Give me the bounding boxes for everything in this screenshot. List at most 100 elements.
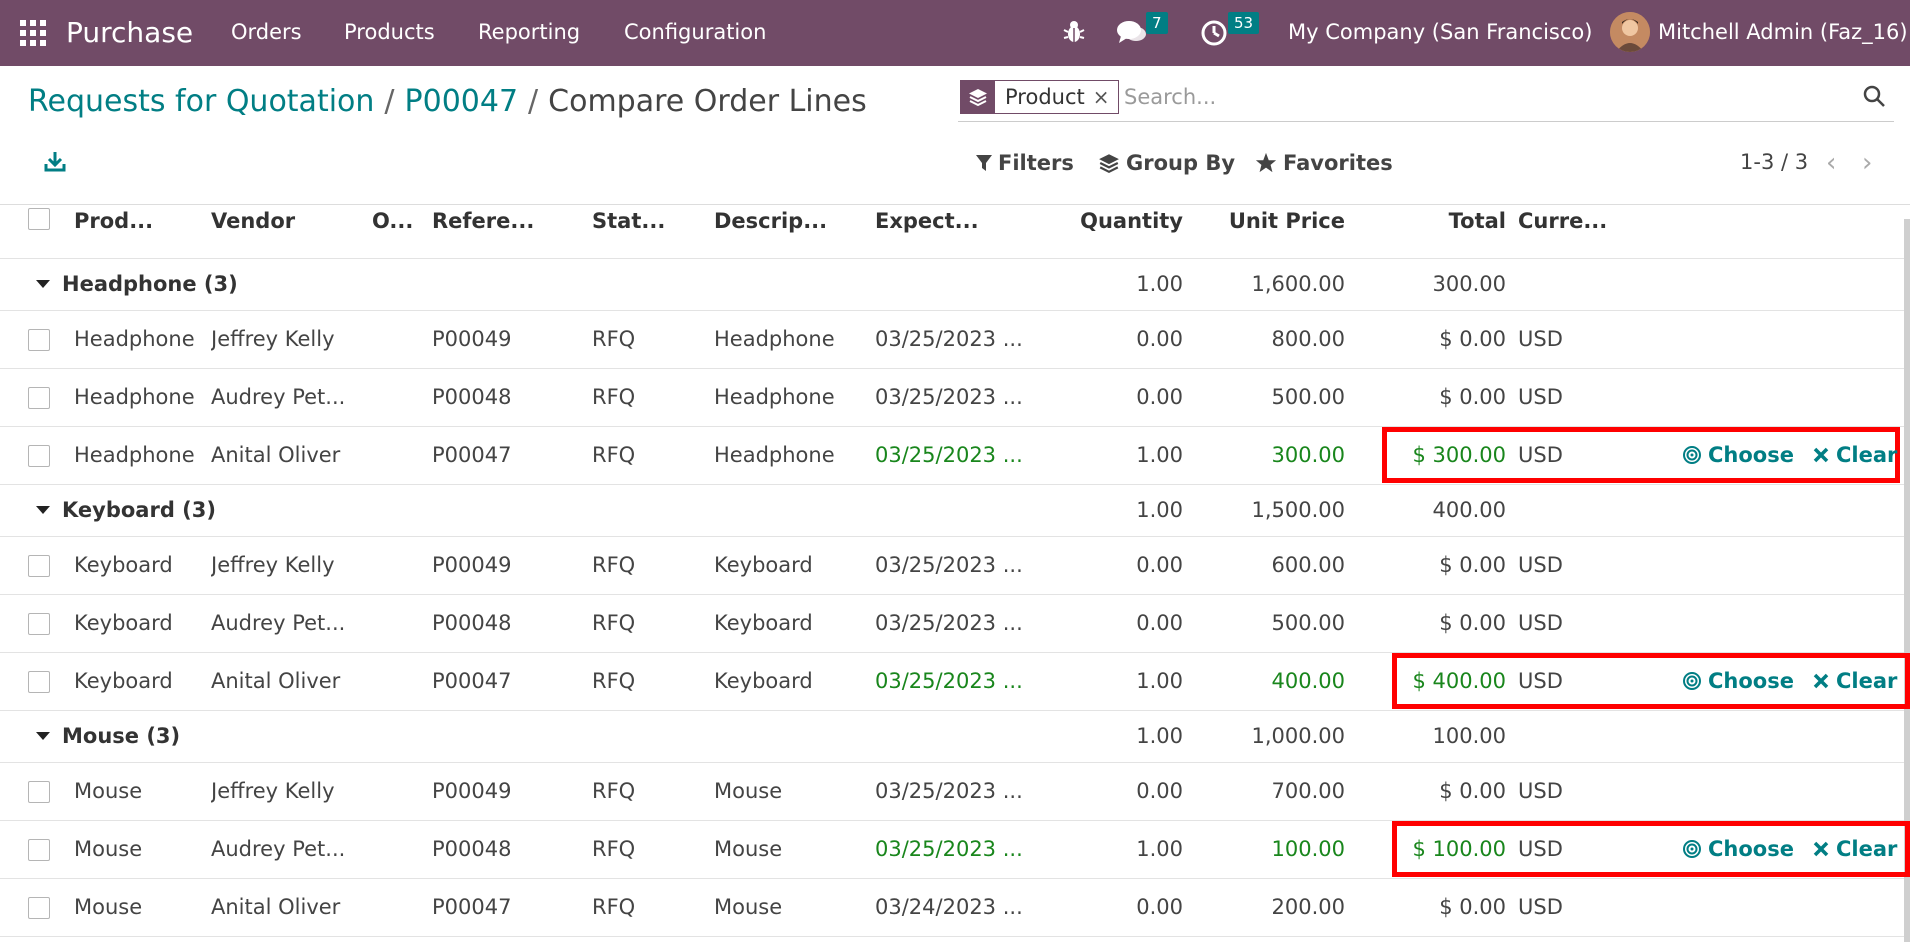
cell-quantity: 0.00 (1136, 611, 1183, 635)
select-all-checkbox[interactable] (28, 208, 50, 230)
column-total[interactable]: Total (1360, 209, 1506, 233)
group-row[interactable]: Keyboard (3) 1.00 1,500.00 400.00 (0, 485, 1904, 537)
column-expected-arrival[interactable]: Expect... (875, 209, 1015, 233)
cell-total: $ 0.00 (1439, 553, 1506, 577)
row-checkbox[interactable] (28, 671, 50, 693)
column-description[interactable]: Descrip... (714, 209, 854, 233)
caret-down-icon[interactable] (36, 506, 50, 514)
cell-status: RFQ (592, 553, 636, 577)
group-by-layers-icon (961, 81, 995, 113)
caret-down-icon[interactable] (36, 280, 50, 288)
table-row[interactable]: Mouse Anital Oliver P00047 RFQ Mouse 03/24/20… (0, 879, 1904, 937)
cell-quantity: 1.00 (1136, 669, 1183, 693)
menu-products[interactable]: Products (344, 20, 435, 44)
cell-vendor: Audrey Pet... (211, 385, 346, 409)
app-name[interactable]: Purchase (66, 16, 193, 49)
cell-currency: USD (1518, 779, 1563, 803)
bullseye-icon (1683, 446, 1701, 464)
filters-button[interactable]: Filters (976, 151, 1074, 175)
cell-status: RFQ (592, 895, 636, 919)
cell-product: Mouse (74, 837, 143, 861)
cell-expected-arrival: 03/25/2023 ... (875, 611, 1023, 635)
pager-next-icon[interactable]: › (1862, 150, 1872, 176)
bullseye-icon (1683, 672, 1701, 690)
menu-reporting[interactable]: Reporting (478, 20, 580, 44)
cell-description: Mouse (714, 779, 783, 803)
download-icon[interactable] (44, 150, 66, 177)
company-switcher[interactable]: My Company (San Francisco) (1288, 20, 1592, 44)
pager-value[interactable]: 1-3 / 3 (1740, 150, 1808, 174)
table-row[interactable]: Headphone Anital Oliver P00047 RFQ Headphone… (0, 427, 1904, 485)
group-by-button[interactable]: Group By (1098, 151, 1235, 175)
cell-vendor: Anital Oliver (211, 895, 341, 919)
row-checkbox[interactable] (28, 781, 50, 803)
row-checkbox[interactable] (28, 329, 50, 351)
cell-vendor: Audrey Pet... (211, 837, 346, 861)
group-row[interactable]: Mouse (3) 1.00 1,000.00 100.00 (0, 711, 1904, 763)
clear-button[interactable]: Clear (1812, 837, 1897, 861)
breadcrumb-separator: / (384, 84, 395, 119)
group-quantity: 1.00 (1136, 272, 1183, 296)
table-row[interactable]: Headphone Jeffrey Kelly P00049 RFQ Headphone… (0, 311, 1904, 369)
breadcrumb-separator: / (528, 84, 539, 119)
cell-reference: P00049 (432, 553, 512, 577)
clear-button[interactable]: Clear (1812, 669, 1897, 693)
cell-reference: P00049 (432, 327, 512, 351)
app-menu-icon[interactable] (20, 20, 46, 46)
menu-configuration[interactable]: Configuration (624, 20, 766, 44)
table-row[interactable]: Keyboard Jeffrey Kelly P00049 RFQ Keyboard 03… (0, 537, 1904, 595)
column-unit-price[interactable]: Unit Price (1190, 209, 1345, 233)
cell-vendor: Anital Oliver (211, 443, 341, 467)
group-unit-price: 1,500.00 (1251, 498, 1345, 522)
choose-button[interactable]: Choose (1682, 443, 1794, 467)
search-icon[interactable] (1862, 84, 1886, 113)
breadcrumb-rfq-link[interactable]: Requests for Quotation (28, 84, 374, 119)
activities-clock-icon[interactable] (1200, 18, 1228, 46)
facet-remove-icon[interactable]: × (1091, 81, 1118, 113)
cell-reference: P00048 (432, 837, 512, 861)
table-row[interactable]: Keyboard Audrey Pet... P00048 RFQ Keyboard 03… (0, 595, 1904, 653)
messages-icon[interactable] (1116, 18, 1148, 46)
column-status[interactable]: Stat... (592, 209, 682, 233)
choose-button[interactable]: Choose (1682, 669, 1794, 693)
user-avatar[interactable] (1610, 12, 1650, 52)
search-input[interactable] (1124, 80, 1804, 114)
column-reference[interactable]: Refere... (432, 209, 552, 233)
cell-description: Headphone (714, 443, 835, 467)
column-vendor[interactable]: Vendor (211, 209, 331, 233)
row-checkbox[interactable] (28, 839, 50, 861)
table-row[interactable]: Headphone Audrey Pet... P00048 RFQ Headphone… (0, 369, 1904, 427)
group-label: Headphone (3) (62, 272, 238, 296)
compare-order-lines-table: Prod... Vendor O... Refere... Stat... De… (0, 204, 1910, 942)
cell-vendor: Anital Oliver (211, 669, 341, 693)
cell-total: $ 0.00 (1439, 327, 1506, 351)
column-order[interactable]: O... (372, 209, 422, 233)
row-checkbox[interactable] (28, 897, 50, 919)
column-quantity[interactable]: Quantity (1050, 209, 1183, 233)
row-checkbox[interactable] (28, 387, 50, 409)
caret-down-icon[interactable] (36, 732, 50, 740)
breadcrumb-order-link[interactable]: P00047 (405, 84, 519, 119)
cell-status: RFQ (592, 779, 636, 803)
menu-orders[interactable]: Orders (231, 20, 302, 44)
close-icon (1813, 673, 1829, 689)
cell-total: $ 0.00 (1439, 895, 1506, 919)
choose-button[interactable]: Choose (1682, 837, 1794, 861)
table-row[interactable]: Keyboard Anital Oliver P00047 RFQ Keyboard 03… (0, 653, 1910, 711)
clear-button[interactable]: Clear (1812, 443, 1897, 467)
row-checkbox[interactable] (28, 555, 50, 577)
user-menu[interactable]: Mitchell Admin (Faz_16) (1658, 20, 1908, 44)
table-header: Prod... Vendor O... Refere... Stat... De… (0, 205, 1904, 259)
column-currency[interactable]: Curre... (1518, 209, 1628, 233)
column-product[interactable]: Prod... (74, 209, 184, 233)
cell-status: RFQ (592, 611, 636, 635)
row-checkbox[interactable] (28, 613, 50, 635)
group-row[interactable]: Headphone (3) 1.00 1,600.00 300.00 (0, 259, 1904, 311)
row-checkbox[interactable] (28, 445, 50, 467)
pager-previous-icon[interactable]: ‹ (1826, 150, 1836, 176)
favorites-button[interactable]: Favorites (1255, 151, 1393, 175)
debug-bug-icon[interactable] (1062, 18, 1086, 46)
cell-product: Headphone (74, 327, 195, 351)
table-row[interactable]: Mouse Jeffrey Kelly P00049 RFQ Mouse 03/25/20… (0, 763, 1904, 821)
table-row[interactable]: Mouse Audrey Pet... P00048 RFQ Mouse 03/25/20… (0, 821, 1910, 879)
